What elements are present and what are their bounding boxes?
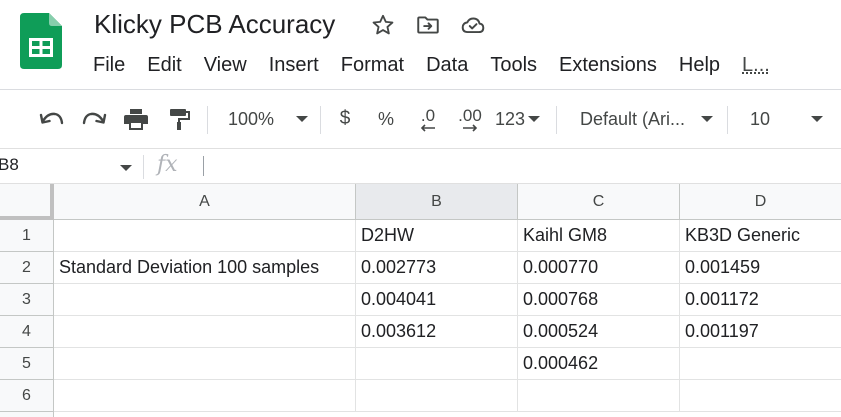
cell-d6[interactable] bbox=[680, 380, 841, 412]
row-header-1[interactable]: 1 bbox=[0, 220, 54, 252]
row-header-2[interactable]: 2 bbox=[0, 252, 54, 284]
move-to-folder-icon[interactable] bbox=[415, 12, 441, 38]
redo-icon[interactable] bbox=[80, 106, 108, 132]
formula-divider bbox=[143, 155, 144, 179]
row-header-4[interactable]: 4 bbox=[0, 316, 54, 348]
arrow-right-icon bbox=[463, 123, 478, 132]
cell-c1[interactable]: Kaihl GM8 bbox=[518, 220, 680, 252]
cell-b4[interactable]: 0.003612 bbox=[356, 316, 518, 348]
app-header: Klicky PCB Accuracy File Edit View Inser… bbox=[0, 0, 841, 88]
zoom-select[interactable]: 100% bbox=[228, 106, 310, 132]
undo-icon[interactable] bbox=[38, 106, 66, 132]
cell-a4[interactable] bbox=[54, 316, 356, 348]
font-size-select[interactable]: 10 bbox=[750, 106, 830, 132]
cell-c5[interactable]: 0.000462 bbox=[518, 348, 680, 380]
menu-data[interactable]: Data bbox=[415, 50, 479, 80]
select-all-corner[interactable] bbox=[0, 184, 54, 220]
document-title[interactable]: Klicky PCB Accuracy bbox=[94, 6, 335, 42]
cloud-status-icon[interactable] bbox=[460, 12, 486, 38]
menu-extensions[interactable]: Extensions bbox=[548, 50, 668, 80]
spreadsheet-grid: A B C D 1 D2HW Kaihl GM8 KB3D Generic 2 … bbox=[0, 184, 841, 417]
toolbar-divider bbox=[727, 106, 728, 134]
cell-d2[interactable]: 0.001459 bbox=[680, 252, 841, 284]
menu-view[interactable]: View bbox=[193, 50, 258, 80]
currency-format-button[interactable]: $ bbox=[334, 106, 356, 132]
cell-c2[interactable]: 0.000770 bbox=[518, 252, 680, 284]
cell-d5[interactable] bbox=[680, 348, 841, 380]
percent-format-button[interactable]: % bbox=[375, 106, 397, 132]
row-header-6[interactable]: 6 bbox=[0, 380, 54, 412]
cell-c6[interactable] bbox=[518, 380, 680, 412]
decrease-decimal-button[interactable]: .0 bbox=[414, 106, 442, 132]
chevron-down-icon bbox=[701, 116, 714, 122]
name-box[interactable]: B8 bbox=[0, 155, 19, 175]
cell-a6[interactable] bbox=[54, 380, 356, 412]
cell-a5[interactable] bbox=[54, 348, 356, 380]
cell-c3[interactable]: 0.000768 bbox=[518, 284, 680, 316]
menu-format[interactable]: Format bbox=[330, 50, 415, 80]
chevron-down-icon bbox=[811, 116, 824, 122]
chevron-down-icon[interactable] bbox=[120, 165, 132, 171]
menu-bar: File Edit View Insert Format Data Tools … bbox=[82, 50, 781, 80]
cell-c4[interactable]: 0.000524 bbox=[518, 316, 680, 348]
fx-icon: fx bbox=[157, 152, 178, 177]
sheets-logo-icon[interactable] bbox=[20, 13, 62, 69]
more-formats-button[interactable]: 123 bbox=[495, 106, 543, 132]
menu-insert[interactable]: Insert bbox=[258, 50, 330, 80]
menu-help[interactable]: Help bbox=[668, 50, 731, 80]
toolbar: 100% $ % .0 .00 123 Default (Ari... 10 bbox=[0, 89, 841, 147]
row-header-3[interactable]: 3 bbox=[0, 284, 54, 316]
zoom-value: 100% bbox=[228, 108, 275, 129]
column-header-a[interactable]: A bbox=[54, 184, 356, 220]
cell-b5[interactable] bbox=[356, 348, 518, 380]
cell-b6[interactable] bbox=[356, 380, 518, 412]
row-header-5[interactable]: 5 bbox=[0, 348, 54, 380]
column-header-b[interactable]: B bbox=[356, 184, 518, 220]
cell-d1[interactable]: KB3D Generic bbox=[680, 220, 841, 252]
cell-b1[interactable]: D2HW bbox=[356, 220, 518, 252]
column-header-d[interactable]: D bbox=[680, 184, 841, 220]
cell-b3[interactable]: 0.004041 bbox=[356, 284, 518, 316]
chevron-down-icon bbox=[528, 116, 541, 122]
chevron-down-icon bbox=[296, 116, 309, 122]
cell-d4[interactable]: 0.001197 bbox=[680, 316, 841, 348]
row-header-7[interactable] bbox=[0, 412, 54, 417]
font-family-select[interactable]: Default (Ari... bbox=[580, 106, 715, 132]
menu-tools[interactable]: Tools bbox=[479, 50, 548, 80]
formula-input[interactable] bbox=[203, 156, 204, 176]
print-icon[interactable] bbox=[122, 106, 150, 132]
formula-bar: B8 fx bbox=[0, 148, 841, 184]
toolbar-divider bbox=[207, 106, 208, 134]
paint-format-icon[interactable] bbox=[167, 106, 191, 132]
last-edit-link[interactable]: L... bbox=[731, 50, 781, 80]
cell-b2[interactable]: 0.002773 bbox=[356, 252, 518, 284]
column-header-c[interactable]: C bbox=[518, 184, 680, 220]
cell-a2[interactable]: Standard Deviation 100 samples bbox=[54, 252, 356, 284]
toolbar-divider bbox=[556, 106, 557, 134]
cell-d3[interactable]: 0.001172 bbox=[680, 284, 841, 316]
increase-decimal-button[interactable]: .00 bbox=[455, 106, 485, 132]
menu-file[interactable]: File bbox=[82, 50, 136, 80]
star-icon[interactable] bbox=[370, 12, 396, 38]
cell-a1[interactable] bbox=[54, 220, 356, 252]
arrow-left-icon bbox=[420, 123, 435, 132]
toolbar-divider bbox=[320, 106, 321, 134]
menu-edit[interactable]: Edit bbox=[136, 50, 192, 80]
cell-a3[interactable] bbox=[54, 284, 356, 316]
